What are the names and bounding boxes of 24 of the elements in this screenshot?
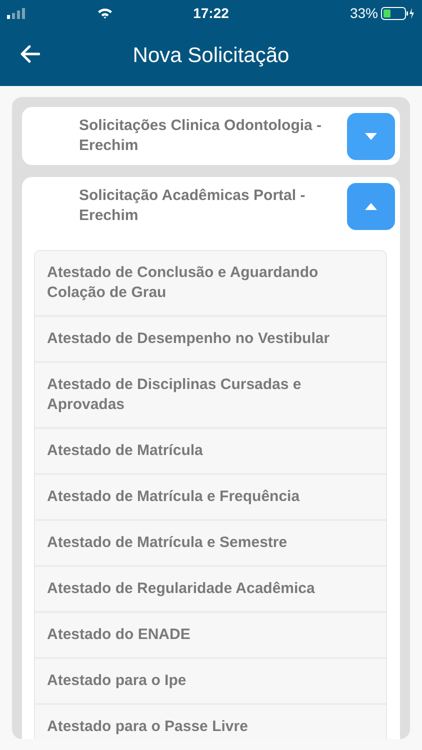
caret-up-icon (365, 203, 377, 210)
request-type-item[interactable]: Atestado de Matrícula (35, 429, 386, 475)
request-type-item[interactable]: Atestado de Disciplinas Cursadas e Aprovadas (35, 363, 386, 429)
request-type-item[interactable]: Atestado de Conclusão e Aguardando Colação de Grau (35, 251, 386, 317)
back-arrow-icon (20, 45, 40, 63)
expand-toggle-button[interactable] (347, 183, 395, 230)
request-type-item[interactable]: Atestado para o Passe Livre (35, 705, 386, 739)
back-button[interactable] (18, 43, 42, 65)
signal-icon (7, 8, 27, 18)
request-type-item[interactable]: Atestado de Regularidade Acadêmica (35, 567, 386, 613)
request-type-item[interactable]: Atestado de Matrícula e Frequência (35, 475, 386, 521)
battery-icon (381, 6, 415, 20)
request-type-item[interactable]: Atestado de Matrícula e Semestre (35, 521, 386, 567)
request-type-item[interactable]: Atestado para o Ipe (35, 659, 386, 705)
category-title[interactable]: Solicitação Acadêmicas Portal - Erechim (79, 183, 339, 226)
clock-time: 17:22 (192, 5, 230, 21)
page-title: Nova Solicitação (132, 44, 290, 68)
request-type-item[interactable]: Atestado do ENADE (35, 613, 386, 659)
category-title[interactable]: Solicitações Clinica Odontologia - Erechim (79, 113, 339, 156)
caret-down-icon (365, 133, 377, 140)
expand-toggle-button[interactable] (347, 113, 395, 160)
wifi-icon (97, 7, 113, 19)
request-type-item[interactable]: Atestado de Desempenho no Vestibular (35, 317, 386, 363)
battery-percent: 33% (350, 5, 378, 21)
